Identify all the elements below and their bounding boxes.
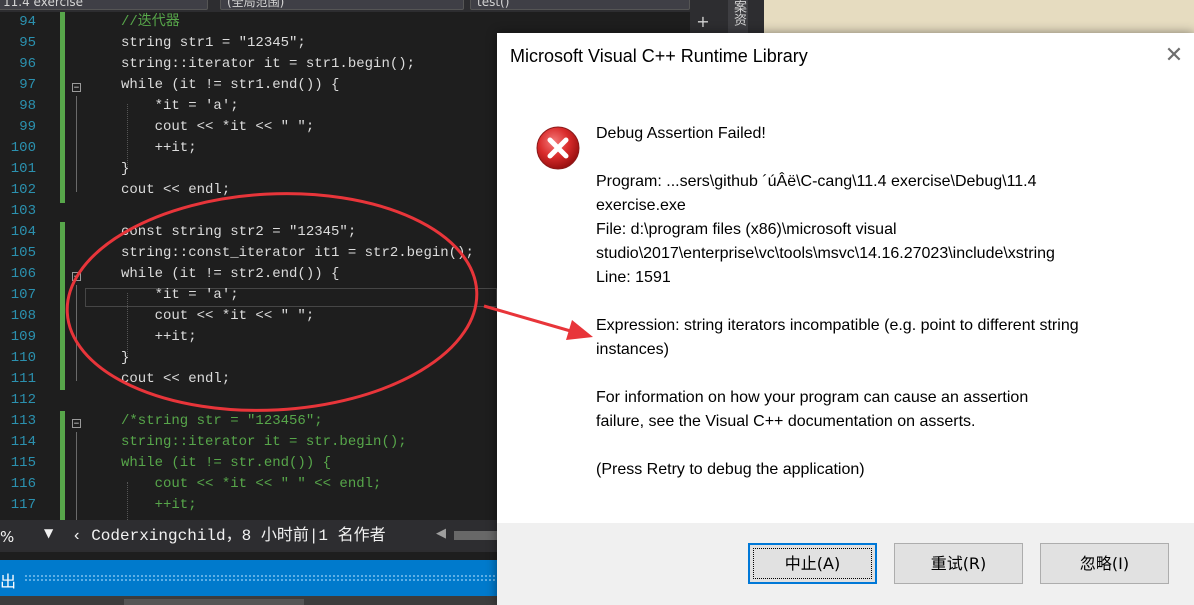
retry-label: 重试(R) [930, 554, 987, 573]
dialog-button-bar: 中止(A) 重试(R) 忽略(I) [497, 523, 1194, 605]
code-editor[interactable]: − − − 94 95 96 97 98 99 100 101 102 103 … [0, 12, 497, 520]
code-line: while (it != str1.end()) { [121, 77, 340, 93]
code-line: } [121, 350, 130, 366]
info-line: For information on how your program can … [596, 389, 1029, 406]
error-dialog: Microsoft Visual C++ Runtime Library ✕ D… [497, 33, 1194, 605]
line-number: 104 [10, 224, 36, 240]
fold-line [76, 96, 77, 192]
expression-line: instances) [596, 341, 669, 358]
line-number: 98 [19, 98, 36, 114]
error-icon [536, 126, 580, 170]
chevron-left-icon: ‹ [72, 527, 92, 545]
codelens-author-text: Coderxingchild，8 小时前|1 名作者 [91, 527, 386, 545]
split-editor-button[interactable]: + [694, 12, 712, 34]
editor-status-row: % ▼ ‹ Coderxingchild，8 小时前|1 名作者 ◀ [0, 520, 497, 552]
code-line: string::iterator it = str1.begin(); [121, 56, 416, 72]
line-number: 110 [10, 350, 36, 366]
line-number: 113 [10, 413, 36, 429]
code-line: cout << *it << " "; [121, 119, 315, 135]
program-line: exercise.exe [596, 197, 686, 214]
code-line: cout << endl; [121, 182, 231, 198]
code-line: //迭代器 [121, 14, 180, 30]
scope-dropdown[interactable]: (全局范围) [220, 0, 464, 10]
panel-grip [24, 574, 497, 582]
code-line: const string str2 = "12345"; [121, 224, 357, 240]
program-line: Program: ...sers\github ´úÂë\C-cang\11.4… [596, 173, 1037, 190]
code-line: ++it; [121, 140, 197, 156]
code-line: while (it != str2.end()) { [121, 266, 340, 282]
codelens-author-info[interactable]: ‹ Coderxingchild，8 小时前|1 名作者 [72, 524, 432, 548]
code-line: } [121, 161, 130, 177]
code-line: ++it; [121, 329, 197, 345]
line-number: 114 [10, 434, 36, 450]
dialog-title: Microsoft Visual C++ Runtime Library [510, 46, 808, 66]
file-line: File: d:\program files (x86)\microsoft v… [596, 221, 897, 238]
fold-toggle[interactable]: − [72, 272, 81, 282]
fold-line [76, 432, 77, 520]
line-number: 103 [10, 203, 36, 219]
line-number: 101 [10, 161, 36, 177]
close-icon[interactable]: ✕ [1161, 43, 1187, 69]
editor-navigation-bar: 11.4 exercise (全局范围) test() [0, 0, 764, 12]
file-line: studio\2017\enterprise\vc\tools\msvc\14.… [596, 245, 1055, 262]
fold-toggle[interactable]: − [72, 83, 81, 93]
code-line: *it = 'a'; [121, 98, 239, 114]
file-dropdown[interactable]: 11.4 exercise [0, 0, 208, 10]
line-number: 105 [10, 245, 36, 261]
code-line: cout << *it << " "; [121, 308, 315, 324]
code-line: cout << *it << " " << endl; [121, 476, 382, 492]
horizontal-scrollbar-thumb[interactable] [454, 531, 497, 540]
change-indicator [60, 411, 65, 520]
line-number: 102 [10, 182, 36, 198]
line-number: 100 [10, 140, 36, 156]
code-line: *it = 'a'; [121, 287, 239, 303]
abort-button[interactable]: 中止(A) [748, 543, 877, 584]
line-number: 96 [19, 56, 36, 72]
line-number: 95 [19, 35, 36, 51]
assertion-heading: Debug Assertion Failed! [596, 125, 766, 142]
code-line: string::const_iterator it1 = str2.begin(… [121, 245, 474, 261]
output-panel-tab[interactable]: 出 [0, 560, 497, 596]
change-indicator [60, 222, 65, 390]
scroll-left-icon[interactable]: ◀ [436, 526, 446, 541]
line-number: 109 [10, 329, 36, 345]
zoom-level[interactable]: % [0, 528, 14, 546]
info-line: failure, see the Visual C++ documentatio… [596, 413, 976, 430]
chevron-down-icon[interactable]: ▼ [44, 526, 53, 540]
line-number: 116 [10, 476, 36, 492]
change-indicator [60, 12, 65, 203]
line-number: 117 [10, 497, 36, 513]
retry-button[interactable]: 重试(R) [894, 543, 1023, 584]
line-number: 108 [10, 308, 36, 324]
line-number: 99 [19, 119, 36, 135]
code-line: cout << endl; [121, 371, 231, 387]
line-number: 94 [19, 14, 36, 30]
code-line: while (it != str.end()) { [121, 455, 332, 471]
fold-toggle[interactable]: − [72, 419, 81, 429]
bottom-scroll-thumb[interactable] [124, 599, 304, 605]
line-number: 111 [10, 371, 36, 387]
output-label: 出 [0, 572, 17, 591]
expression-line: Expression: string iterators incompatibl… [596, 317, 1079, 334]
code-line: string::iterator it = str.begin(); [121, 434, 407, 450]
line-number: 115 [10, 455, 36, 471]
line-number: 112 [10, 392, 36, 408]
ignore-label: 忽略(I) [1079, 554, 1130, 573]
line-number: 97 [19, 77, 36, 93]
function-dropdown[interactable]: test() [470, 0, 690, 10]
fold-line [76, 285, 77, 381]
press-retry-text: (Press Retry to debug the application) [596, 461, 865, 478]
line-number: 106 [10, 266, 36, 282]
line-number: 107 [10, 287, 36, 303]
line-number-text: Line: 1591 [596, 269, 671, 286]
ignore-button[interactable]: 忽略(I) [1040, 543, 1169, 584]
code-line: ++it; [121, 497, 197, 513]
code-line: /*string str = "123456"; [121, 413, 323, 429]
code-line: string str1 = "12345"; [121, 35, 306, 51]
